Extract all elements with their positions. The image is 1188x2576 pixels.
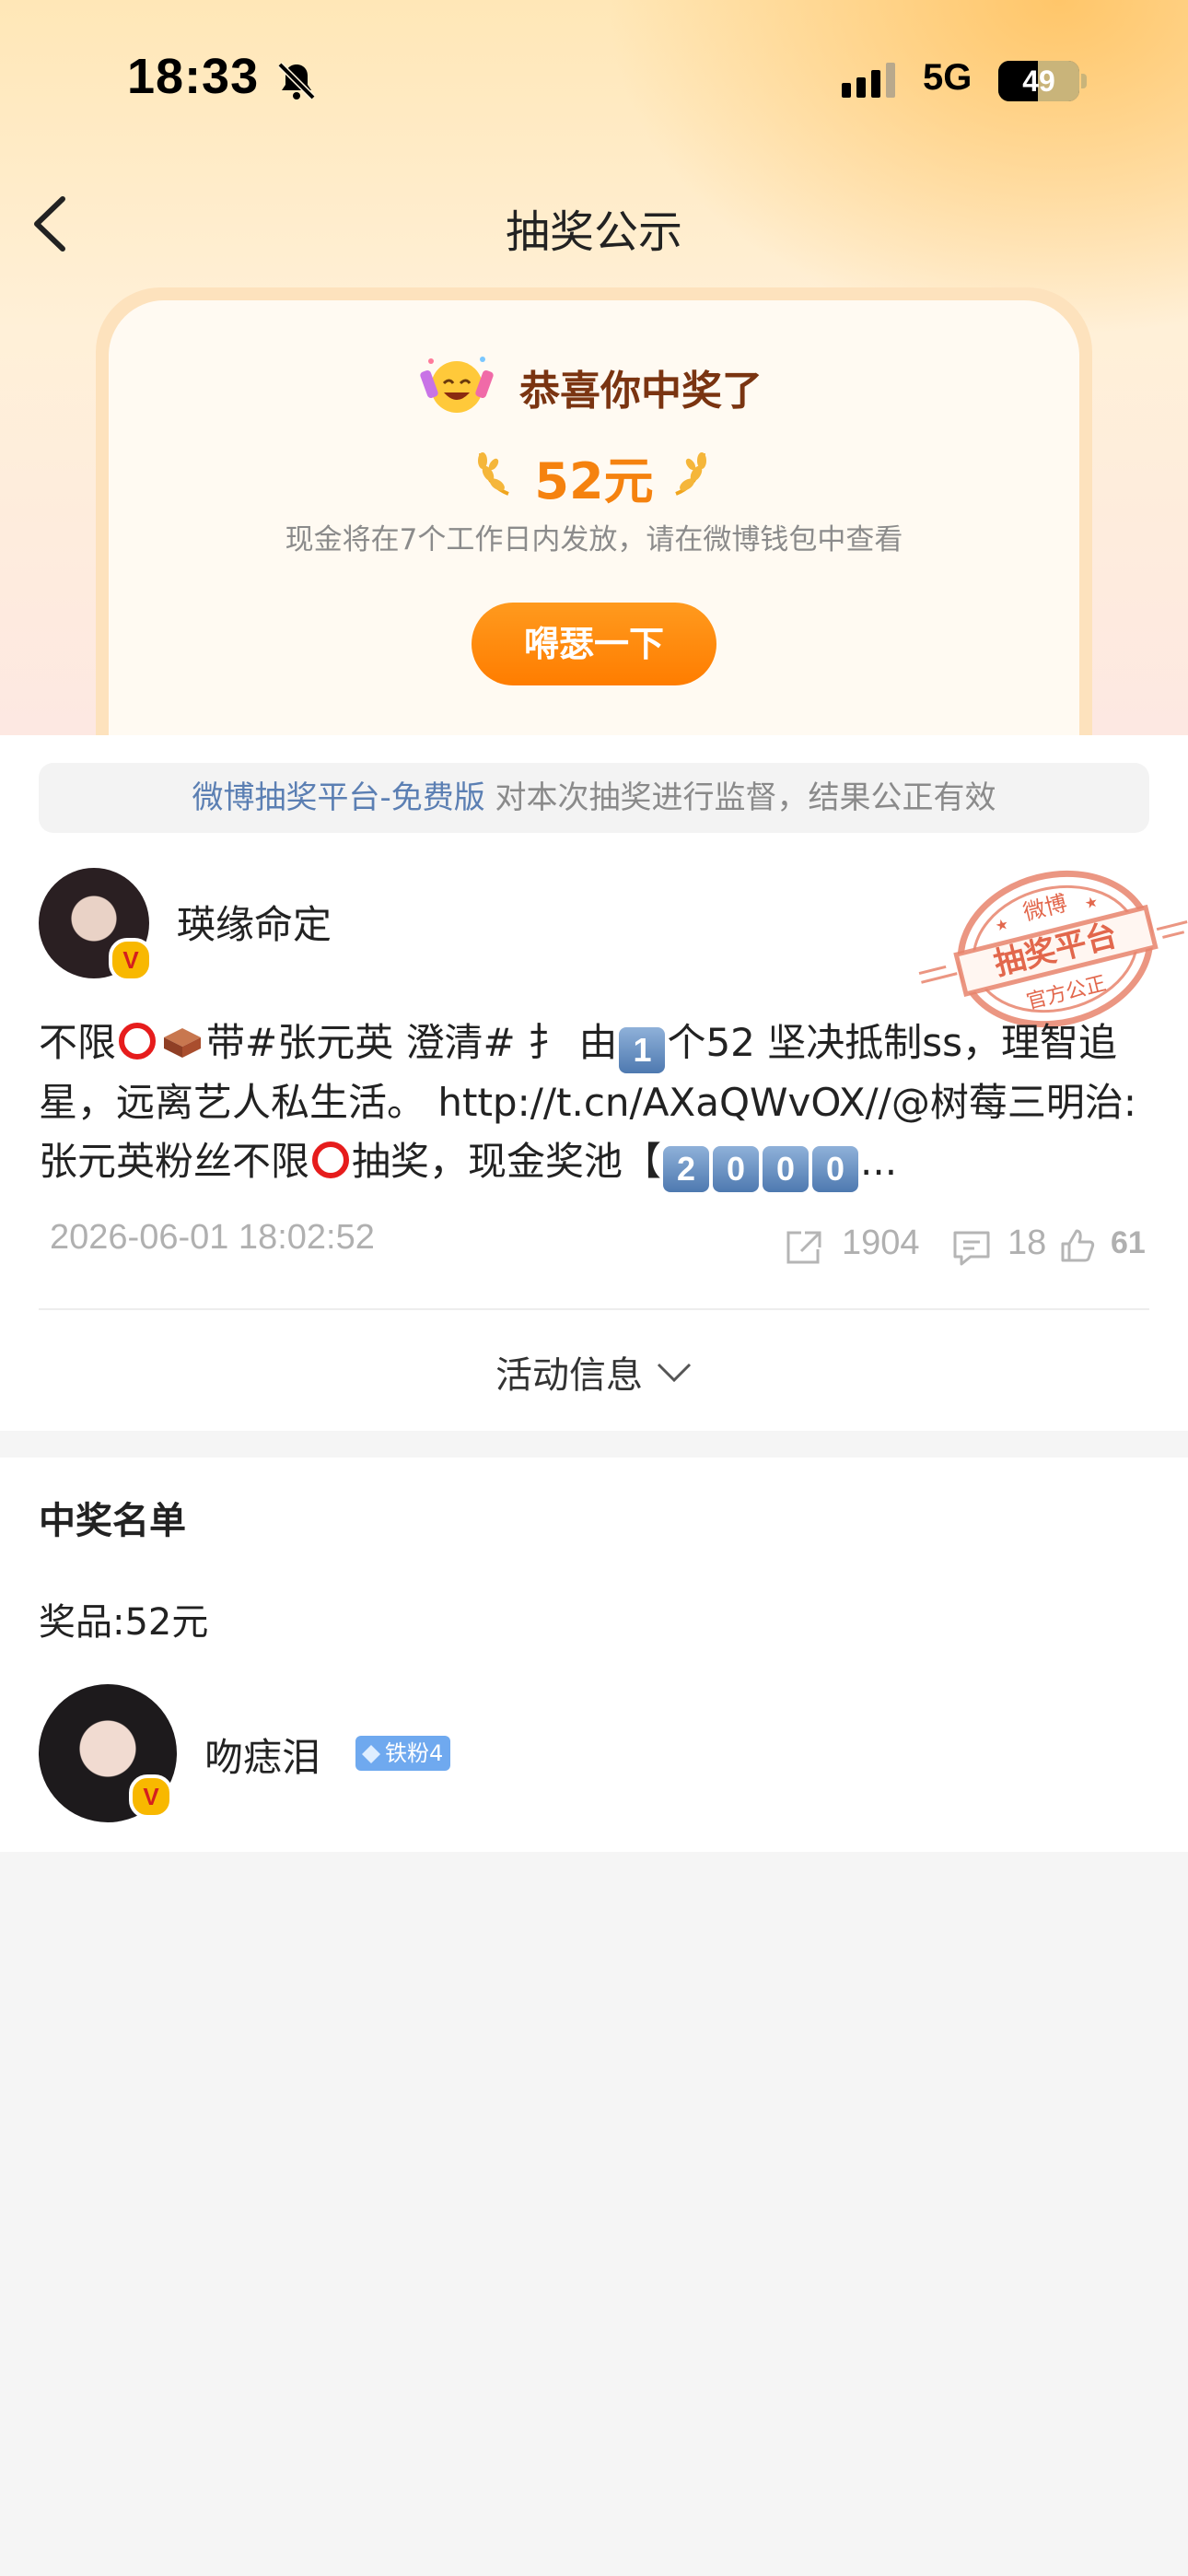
post-text-segment: 不限 [39,1020,117,1065]
like-count[interactable]: 61 [1111,1225,1146,1261]
winner-name[interactable]: 吻痣泪 [204,1727,320,1783]
like-icon[interactable] [1059,1227,1096,1264]
activity-info-label: 活动信息 [495,1354,643,1397]
comment-icon[interactable] [952,1229,991,1266]
notice-text: 对本次抽奖进行监督，结果公正有效 [484,779,996,816]
post-text-segment: 抽奖，现金奖池【 [352,1139,662,1184]
svg-text:★: ★ [994,915,1011,935]
number-key-icon: 2 [663,1146,710,1192]
battery-nub [1081,74,1087,88]
red-circle-icon [312,1142,350,1178]
congrats-text: 恭喜你中奖了 [519,368,763,415]
number-key-icon: 1 [619,1027,666,1073]
post-text-ellipsis: ... [860,1139,898,1184]
signal-icon [842,63,895,98]
network-type: 5G [923,57,973,98]
prize-amount: 52元 [534,452,654,510]
verified-badge-icon: V [109,938,153,982]
battery-level: 49 [1022,64,1055,98]
official-stamp-icon: 微博 抽奖平台 官方公正 ★★ [918,870,1188,1028]
share-count[interactable]: 1904 [842,1224,920,1263]
show-off-button[interactable]: 嘚瑟一下 [472,603,716,685]
laurel-right-icon [675,452,706,496]
diamond-icon [362,1745,380,1763]
bell-muted-icon [277,62,316,100]
activity-info-toggle[interactable]: 活动信息 [0,1345,1188,1399]
number-key-icon: 0 [763,1146,809,1192]
supervision-notice: 微博抽奖平台-免费版 对本次抽奖进行监督，结果公正有效 [39,763,1149,833]
status-time: 18:33 [127,49,260,104]
number-key-icon: 0 [812,1146,859,1192]
post-text-segment: 带#张元英 澄清# 扌 由 [206,1020,618,1065]
post-content[interactable]: 不限 带#张元英 澄清# 扌 由 1 个52 坚决抵制ss，理智追星，远离艺人私生活。… [39,1013,1157,1192]
verified-badge-icon: V [129,1774,173,1819]
post-timestamp: 2026-06-01 18:02:52 [50,1218,375,1257]
number-key-icon: 0 [713,1146,760,1192]
svg-text:★: ★ [1083,893,1101,913]
brick-icon [164,1028,202,1058]
fan-level-text: 铁粉4 [385,1740,444,1766]
divider [39,1308,1149,1310]
lottery-platform-link[interactable]: 微博抽奖平台-免费版 [192,779,484,816]
battery-icon: 49 [998,61,1079,101]
status-bar: 18:33 5G 49 [0,0,1188,157]
laughing-emoji-icon [420,357,494,413]
comment-count[interactable]: 18 [1007,1224,1046,1263]
chevron-down-icon [657,1363,692,1383]
winners-title: 中奖名单 [39,1500,186,1542]
red-circle-icon [119,1023,157,1060]
fan-level-badge: 铁粉4 [355,1736,451,1771]
share-icon[interactable] [785,1229,823,1266]
page-title: 抽奖公示 [505,206,682,258]
author-name[interactable]: 瑛缘命定 [177,894,332,950]
prize-label: 奖品:52元 [39,1601,209,1644]
prize-note: 现金将在7个工作日内发放，请在微博钱包中查看 [285,523,903,556]
